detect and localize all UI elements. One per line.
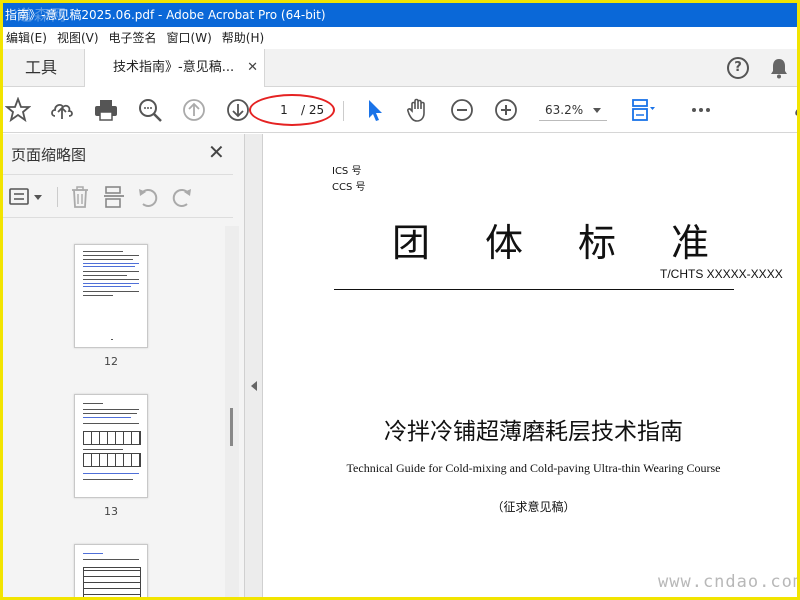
page-thumbnail-13[interactable] [74, 394, 148, 498]
star-icon[interactable] [5, 97, 31, 123]
panel-splitter[interactable] [245, 134, 263, 597]
chevron-down-icon[interactable] [593, 108, 601, 113]
toolbar-divider [343, 101, 344, 121]
tab-close-icon[interactable]: ✕ [247, 49, 258, 87]
panel-divider [57, 187, 58, 207]
upload-cloud-icon[interactable] [49, 97, 75, 123]
panel-close-icon[interactable]: ✕ [208, 142, 225, 162]
zoom-out-icon[interactable] [449, 97, 475, 123]
document-title-cn: 冷拌冷铺超薄磨耗层技术指南 [384, 419, 683, 445]
fit-page-icon[interactable] [629, 97, 655, 123]
bell-icon[interactable] [769, 57, 789, 79]
collapse-arrow-icon[interactable] [251, 381, 257, 391]
ics-label: ICS 号 [332, 166, 362, 177]
next-page-icon[interactable] [225, 97, 251, 123]
toolbar: 1 / 25 63.2% [3, 87, 800, 133]
menu-view[interactable]: 视图(V) [53, 27, 105, 49]
panel-title: 页面缩略图 [11, 146, 87, 164]
menu-window[interactable]: 窗口(W) [163, 27, 218, 49]
print-icon[interactable] [93, 97, 119, 123]
standard-code: T/CHTS XXXXX-XXXX [660, 267, 783, 281]
acrobat-window: 指南》-意见稿2025.06.pdf - Adobe Acrobat Pro (… [0, 0, 800, 600]
document-title-en: Technical Guide for Cold-mixing and Cold… [346, 461, 721, 475]
document-subtitle: （征求意见稿） [491, 500, 576, 514]
tab-document-label: 技术指南》-意见稿... [113, 60, 235, 75]
title-bar: 指南》-意见稿2025.06.pdf - Adobe Acrobat Pro (… [3, 3, 797, 27]
standard-heading: 团体标准 [392, 221, 765, 265]
thumbnail-options-icon[interactable] [9, 187, 45, 207]
more-options-icon[interactable] [689, 97, 715, 123]
highlight-oval [249, 94, 335, 126]
rotate-left-icon[interactable] [137, 185, 159, 209]
menu-help[interactable]: 帮助(H) [218, 27, 270, 49]
trash-icon[interactable] [69, 185, 91, 209]
document-view: ICS 号 CCS 号 团体标准 T/CHTS XXXXX-XXXX 冷拌冷铺超… [264, 134, 797, 597]
zoom-search-icon[interactable] [137, 97, 163, 123]
thumbnail-panel: 页面缩略图 ✕ 12 13 [3, 134, 245, 597]
panel-toolbar [3, 174, 233, 218]
tab-tools[interactable]: 工具 [3, 49, 85, 87]
panel-scrollbar[interactable] [225, 226, 239, 597]
menu-bar: 编辑(E) 视图(V) 电子签名 窗口(W) 帮助(H) [3, 27, 797, 49]
menu-e-sign[interactable]: 电子签名 [105, 27, 163, 49]
page-thumbnail-12[interactable] [74, 244, 148, 348]
tab-bar: 工具 技术指南》-意见稿... ✕ ? [3, 49, 797, 87]
menu-edit[interactable]: 编辑(E) [3, 27, 53, 49]
watermark-bottom: www.cndao.com [658, 572, 800, 592]
thumbnail-label-13: 13 [104, 505, 118, 518]
heading-rule [334, 289, 734, 290]
hand-tool-icon[interactable] [405, 97, 431, 123]
zoom-in-icon[interactable] [493, 97, 519, 123]
ccs-label: CCS 号 [332, 182, 366, 193]
scrollbar-thumb[interactable] [230, 408, 233, 446]
help-icon[interactable]: ? [727, 57, 749, 79]
select-cursor-icon[interactable] [361, 97, 387, 123]
insert-pages-icon[interactable] [103, 185, 125, 209]
previous-page-icon[interactable] [181, 97, 207, 123]
rotate-right-icon[interactable] [171, 185, 193, 209]
watermark-top: 道森网 [17, 6, 69, 24]
tab-document[interactable]: 技术指南》-意见稿... ✕ [85, 49, 265, 87]
link-icon[interactable] [789, 97, 800, 123]
thumbnail-label-12: 12 [104, 355, 118, 368]
page-thumbnail-14[interactable] [74, 544, 148, 597]
